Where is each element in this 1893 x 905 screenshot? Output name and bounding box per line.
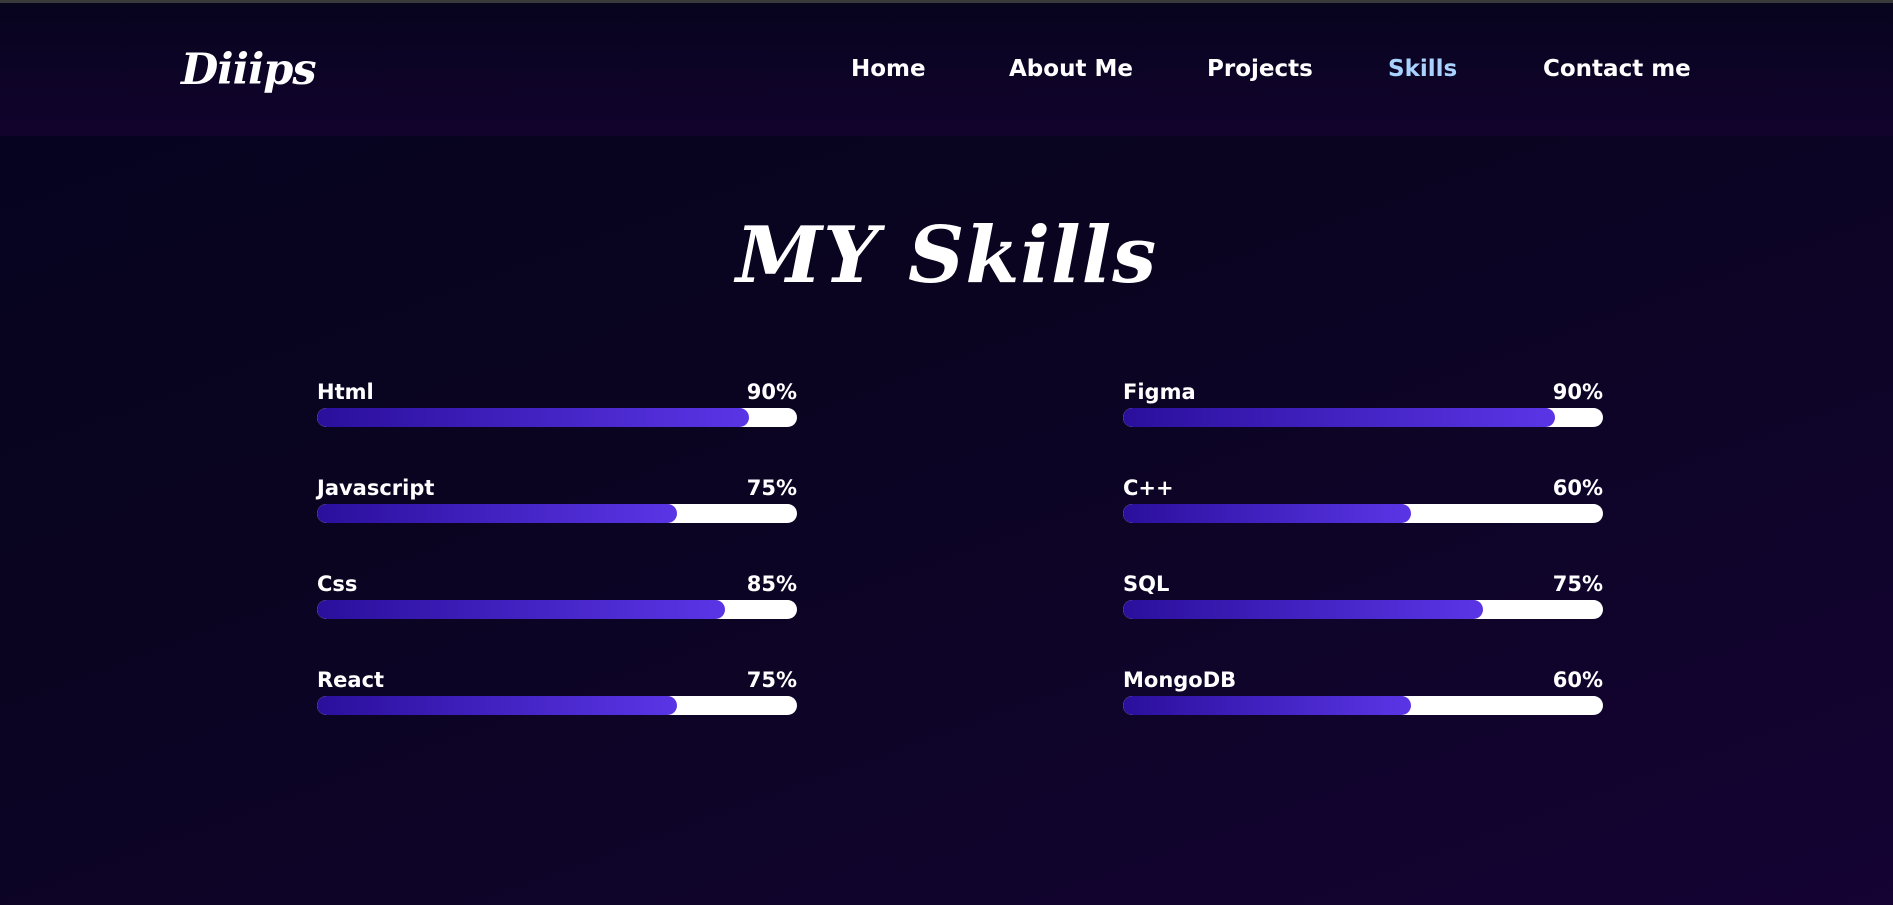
skill-figma: Figma 90%: [1123, 380, 1603, 440]
skill-name: Figma: [1123, 380, 1196, 404]
skill-percent: 75%: [746, 668, 797, 692]
skill-progress-fill: [317, 696, 677, 715]
skill-progress-track: [1123, 408, 1603, 427]
skill-progress-track: [1123, 504, 1603, 523]
skill-progress-track: [317, 600, 797, 619]
skill-progress-track: [317, 696, 797, 715]
nav-skills-link[interactable]: Skills: [1388, 56, 1457, 82]
skill-percent: 60%: [1552, 476, 1603, 500]
skill-progress-track: [1123, 600, 1603, 619]
skill-percent: 60%: [1552, 668, 1603, 692]
skill-progress-fill: [1123, 696, 1411, 715]
skill-percent: 90%: [746, 380, 797, 404]
skill-react: React 75%: [317, 668, 797, 728]
skill-progress-track: [1123, 696, 1603, 715]
main-nav: Home About Me Projects Skills Contact me: [0, 56, 1893, 90]
skill-name: Css: [317, 572, 358, 596]
skill-progress-fill: [317, 504, 677, 523]
skill-name: Javascript: [317, 476, 435, 500]
skill-name: MongoDB: [1123, 668, 1237, 692]
skill-percent: 75%: [746, 476, 797, 500]
section-title: MY Skills: [735, 210, 1158, 301]
skill-percent: 90%: [1552, 380, 1603, 404]
skill-progress-track: [317, 408, 797, 427]
nav-home-link[interactable]: Home: [851, 56, 926, 82]
nav-projects-link[interactable]: Projects: [1207, 56, 1313, 82]
skill-percent: 85%: [746, 572, 797, 596]
skill-javascript: Javascript 75%: [317, 476, 797, 536]
skill-name: React: [317, 668, 385, 692]
skill-name: C++: [1123, 476, 1174, 500]
navbar: Diiips Home About Me Projects Skills Con…: [0, 3, 1893, 136]
skill-html: Html 90%: [317, 380, 797, 440]
skill-css: Css 85%: [317, 572, 797, 632]
skill-name: SQL: [1123, 572, 1170, 596]
skill-percent: 75%: [1552, 572, 1603, 596]
skill-mongodb: MongoDB 60%: [1123, 668, 1603, 728]
skill-progress-fill: [1123, 504, 1411, 523]
skill-sql: SQL 75%: [1123, 572, 1603, 632]
nav-about-link[interactable]: About Me: [1009, 56, 1133, 82]
skill-progress-fill: [1123, 408, 1555, 427]
skill-progress-fill: [1123, 600, 1483, 619]
skill-progress-fill: [317, 408, 749, 427]
skill-cpp: C++ 60%: [1123, 476, 1603, 536]
skill-progress-fill: [317, 600, 725, 619]
skill-progress-track: [317, 504, 797, 523]
nav-contact-link[interactable]: Contact me: [1543, 56, 1691, 82]
skill-name: Html: [317, 380, 374, 404]
